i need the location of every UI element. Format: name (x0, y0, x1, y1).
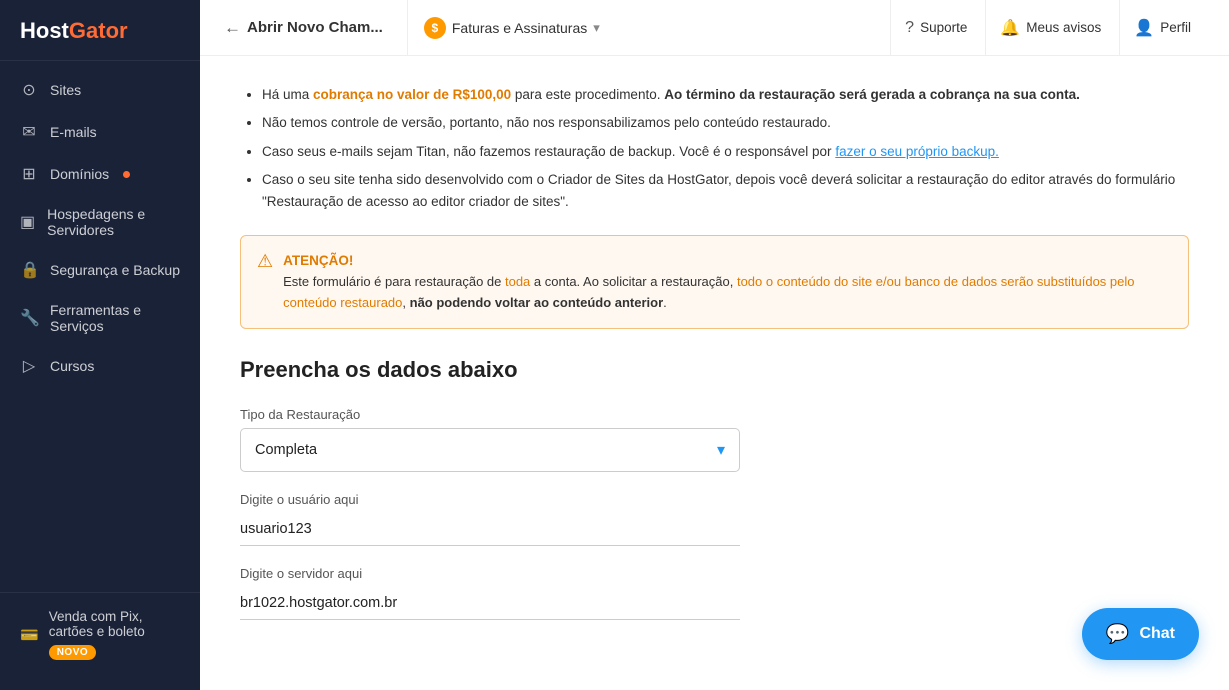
hospedagens-icon: ▣ (20, 212, 35, 232)
suporte-label: Suporte (920, 20, 967, 35)
faturas-chevron-icon: ▾ (593, 20, 600, 36)
novo-badge: NOVO (49, 645, 96, 660)
sidebar-item-dominios[interactable]: ⊞ Domínios (0, 153, 200, 195)
list-item: Caso seus e-mails sejam Titan, não fazem… (262, 141, 1189, 163)
sidebar-item-ferramentas[interactable]: 🔧 Ferramentas e Serviços (0, 291, 200, 345)
pix-icon: 💳 (20, 626, 39, 644)
chat-button[interactable]: 💬 Chat (1082, 608, 1199, 660)
perfil-label: Perfil (1160, 20, 1191, 35)
topbar: ← Abrir Novo Cham... $ Faturas e Assinat… (200, 0, 1229, 56)
servidor-label: Digite o servidor aqui (240, 566, 1189, 581)
sidebar: HostGator ⊙ Sites ✉ E-mails ⊞ Domínios ▣… (0, 0, 200, 690)
pix-label: Venda com Pix, cartões e boleto (49, 609, 145, 639)
tipo-restauracao-label: Tipo da Restauração (240, 407, 1189, 422)
emails-icon: ✉ (20, 122, 38, 142)
sidebar-item-cursos[interactable]: ▷ Cursos (0, 345, 200, 387)
logo: HostGator (0, 0, 200, 61)
faturas-section[interactable]: $ Faturas e Assinaturas ▾ (407, 0, 616, 55)
sidebar-item-seguranca[interactable]: 🔒 Segurança e Backup (0, 249, 200, 291)
cursos-icon: ▷ (20, 356, 38, 376)
chat-icon: 💬 (1106, 622, 1130, 646)
sidebar-item-label: Hospedagens e Servidores (47, 206, 180, 238)
main-content: ← Abrir Novo Cham... $ Faturas e Assinat… (200, 0, 1229, 690)
servidor-input[interactable] (240, 587, 740, 620)
chat-label: Chat (1139, 625, 1175, 643)
select-chevron-icon: ▾ (717, 440, 725, 460)
perfil-button[interactable]: 👤 Perfil (1119, 0, 1205, 56)
form-section-title: Preencha os dados abaixo (240, 357, 1189, 383)
cobranca-highlight: cobrança no valor de R$100,00 (313, 87, 511, 102)
warning-icon: ⚠ (257, 251, 273, 272)
list-item: Há uma cobrança no valor de R$100,00 par… (262, 84, 1189, 106)
seguranca-icon: 🔒 (20, 260, 38, 280)
faturas-label: Faturas e Assinaturas (452, 20, 587, 36)
topbar-actions: ? Suporte 🔔 Meus avisos 👤 Perfil (890, 0, 1205, 56)
sidebar-item-label: Sites (50, 82, 81, 98)
atencao-box: ⚠ ATENÇÃO! Este formulário é para restau… (240, 235, 1189, 328)
atencao-text: Este formulário é para restauração de to… (283, 274, 1134, 310)
termino-highlight: Ao término da restauração será gerada a … (664, 87, 1080, 102)
usuario-input[interactable] (240, 513, 740, 546)
bell-icon: 🔔 (1000, 18, 1020, 38)
sidebar-bottom: 💳 Venda com Pix, cartões e boleto NOVO (0, 592, 200, 690)
user-icon: 👤 (1134, 18, 1154, 38)
sidebar-item-label: E-mails (50, 124, 97, 140)
dominios-icon: ⊞ (20, 164, 38, 184)
sidebar-item-pix[interactable]: 💳 Venda com Pix, cartões e boleto NOVO (20, 609, 180, 660)
list-item: Caso o seu site tenha sido desenvolvido … (262, 169, 1189, 214)
back-arrow-icon: ← (224, 18, 241, 38)
dominios-dot (123, 171, 130, 178)
back-label: Abrir Novo Cham... (247, 19, 383, 36)
atencao-content: ATENÇÃO! Este formulário é para restaura… (283, 250, 1172, 313)
servidor-field: Digite o servidor aqui (240, 566, 1189, 620)
info-list: Há uma cobrança no valor de R$100,00 par… (240, 84, 1189, 213)
back-button[interactable]: ← Abrir Novo Cham... (224, 18, 383, 38)
toda-highlight: toda (505, 274, 530, 289)
backup-link[interactable]: fazer o seu próprio backup. (835, 144, 999, 159)
atencao-title: ATENÇÃO! (283, 253, 353, 268)
sidebar-item-hospedagens[interactable]: ▣ Hospedagens e Servidores (0, 195, 200, 249)
usuario-label: Digite o usuário aqui (240, 492, 1189, 507)
tipo-restauracao-value: Completa (255, 442, 317, 458)
sidebar-item-label: Cursos (50, 358, 94, 374)
sidebar-item-label: Ferramentas e Serviços (50, 302, 180, 334)
ferramentas-icon: 🔧 (20, 308, 38, 328)
page-content: Há uma cobrança no valor de R$100,00 par… (200, 56, 1229, 690)
list-item: Não temos controle de versão, portanto, … (262, 112, 1189, 134)
tipo-restauracao-field: Tipo da Restauração Completa ▾ (240, 407, 1189, 472)
voltar-highlight: não podendo voltar ao conteúdo anterior (410, 295, 664, 310)
sidebar-nav: ⊙ Sites ✉ E-mails ⊞ Domínios ▣ Hospedage… (0, 61, 200, 592)
usuario-field: Digite o usuário aqui (240, 492, 1189, 546)
sidebar-item-sites[interactable]: ⊙ Sites (0, 69, 200, 111)
sidebar-item-label: Domínios (50, 166, 109, 182)
sidebar-item-label: Segurança e Backup (50, 262, 180, 278)
faturas-icon: $ (424, 17, 446, 39)
sites-icon: ⊙ (20, 80, 38, 100)
avisos-button[interactable]: 🔔 Meus avisos (985, 0, 1115, 56)
sidebar-item-emails[interactable]: ✉ E-mails (0, 111, 200, 153)
tipo-restauracao-select[interactable]: Completa ▾ (240, 428, 740, 472)
suporte-button[interactable]: ? Suporte (890, 0, 981, 56)
suporte-icon: ? (905, 19, 914, 37)
avisos-label: Meus avisos (1026, 20, 1101, 35)
